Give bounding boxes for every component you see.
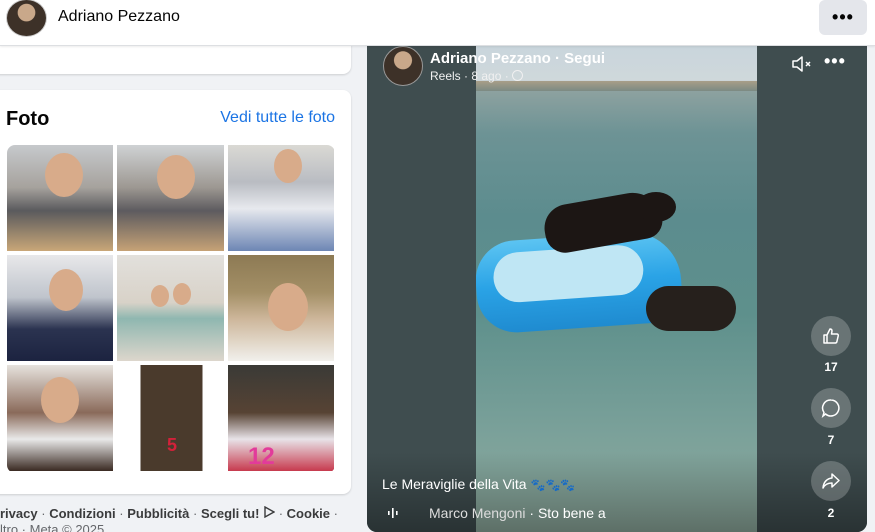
photo-thumbnail[interactable] [117, 145, 224, 251]
footer-link-privacy[interactable]: rivacy [0, 506, 38, 521]
photos-card: Foto Vedi tutte le foto 5 12 [0, 90, 351, 494]
like-button[interactable] [811, 316, 851, 356]
profile-name[interactable]: Adriano Pezzano [58, 8, 180, 26]
comment-icon [821, 399, 840, 418]
top-bar: Adriano Pezzano ••• [0, 0, 875, 46]
like-count: 17 [824, 360, 838, 374]
reel-music[interactable]: Marco Mengoni · Sto bene a [429, 505, 614, 521]
mute-icon[interactable] [791, 54, 813, 74]
globe-icon [511, 70, 523, 81]
photo-thumbnail[interactable] [7, 255, 113, 361]
footer-link-ads[interactable]: Pubblicità [127, 506, 189, 521]
cake-number: 5 [167, 435, 178, 455]
paw-emoji: 🐾🐾🐾 [530, 478, 576, 492]
photo-thumbnail[interactable] [7, 145, 113, 251]
reel-meta: Reels · 8 ago · [430, 69, 523, 83]
cake-number: 12 [248, 443, 275, 470]
reel-viewer[interactable]: Adriano Pezzano · Segui Reels · 8 ago · … [367, 46, 867, 532]
reel-caption: Le Meraviglie della Vita 🐾🐾🐾 [382, 476, 576, 492]
photo-thumbnail[interactable] [228, 255, 334, 361]
footer-copyright: ltro · Meta © 2025 [0, 522, 105, 532]
share-icon [822, 473, 840, 489]
thumbs-up-icon [823, 328, 840, 344]
footer-link-terms[interactable]: Condizioni [49, 506, 115, 521]
profile-avatar[interactable] [6, 0, 47, 37]
reel-author-avatar[interactable] [383, 46, 423, 86]
comment-count: 7 [827, 433, 835, 447]
reel-more-icon[interactable]: ••• [824, 51, 846, 72]
footer-link-ad-choices[interactable]: Scegli tu! [201, 506, 260, 521]
photo-thumbnail[interactable]: 12 [228, 365, 334, 471]
photo-thumbnail[interactable]: 5 [117, 365, 224, 471]
photo-thumbnail[interactable] [7, 365, 113, 471]
share-count: 2 [827, 506, 835, 520]
dog [646, 286, 736, 331]
photos-grid: 5 12 [7, 145, 335, 473]
reel-author[interactable]: Adriano Pezzano · Segui [430, 50, 605, 67]
photos-title: Foto [6, 108, 50, 130]
more-options-button[interactable]: ••• [819, 0, 867, 35]
footer-link-cookie[interactable]: Cookie [287, 506, 330, 521]
audio-waveform-icon [387, 506, 399, 520]
photo-thumbnail[interactable] [117, 255, 224, 361]
share-button[interactable] [811, 461, 851, 501]
footer-links: rivacy · Condizioni · Pubblicità · Scegl… [0, 505, 338, 521]
see-all-photos-link[interactable]: Vedi tutte le foto [220, 109, 335, 127]
photo-thumbnail[interactable] [228, 145, 334, 251]
ad-choices-icon [263, 505, 279, 521]
comment-button[interactable] [811, 388, 851, 428]
